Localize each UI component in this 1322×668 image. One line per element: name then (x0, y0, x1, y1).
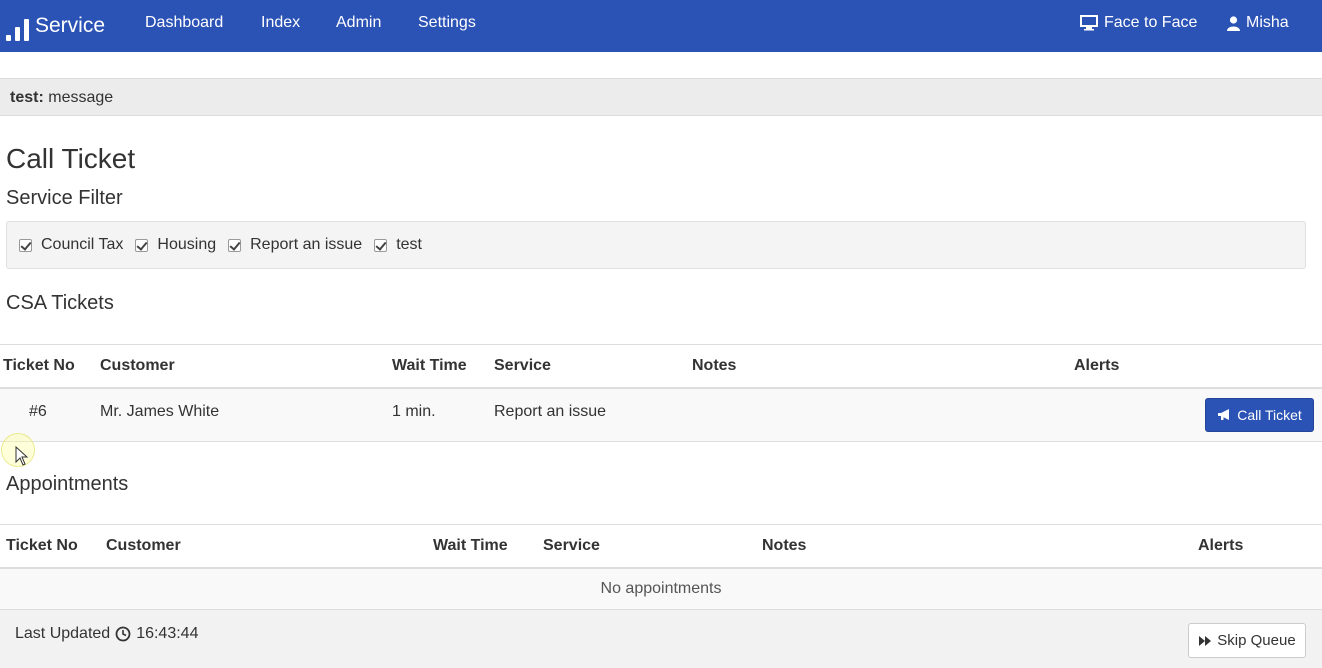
checkbox[interactable] (374, 238, 388, 252)
col-customer: Customer (106, 524, 433, 569)
col-alerts: Alerts (1198, 524, 1322, 569)
col-wait-time: Wait Time (392, 344, 494, 389)
brand[interactable]: Service (6, 0, 105, 52)
wait-time: 1 min. (392, 387, 494, 442)
notes (692, 387, 1074, 442)
message-bar: test: message (0, 78, 1322, 116)
monitor-icon (1080, 15, 1098, 31)
nav-index[interactable]: Index (261, 14, 300, 32)
face-to-face-label: Face to Face (1104, 14, 1198, 31)
nav-settings[interactable]: Settings (418, 14, 476, 32)
skip-queue-button[interactable]: Skip Queue (1188, 623, 1306, 658)
last-updated-time: 16:43:44 (136, 625, 199, 642)
user-menu[interactable]: Misha (1227, 14, 1289, 32)
col-notes: Notes (692, 344, 1074, 389)
checkbox[interactable] (19, 238, 32, 252)
filter-housing[interactable]: Housing (135, 236, 216, 254)
service-filter-title: Service Filter (6, 187, 123, 209)
filter-label: Council Tax (41, 236, 124, 253)
call-ticket-label: Call Ticket (1237, 407, 1302, 423)
col-alerts: Alerts (1074, 344, 1322, 389)
message-text: message (48, 89, 114, 106)
filter-test[interactable]: test (374, 236, 422, 254)
col-service: Service (494, 344, 692, 389)
csa-tickets-title: CSA Tickets (6, 292, 114, 314)
col-ticket-no: Ticket No (0, 524, 106, 569)
col-customer: Customer (100, 344, 392, 389)
call-ticket-button[interactable]: Call Ticket (1205, 398, 1314, 432)
service-filter-box: Council Tax Housing Report an issue test (6, 221, 1306, 269)
nav-dashboard[interactable]: Dashboard (145, 14, 223, 32)
table-row: No appointments (0, 567, 1322, 610)
checkbox[interactable] (135, 238, 149, 252)
no-appointments-text: No appointments (0, 567, 1322, 610)
user-icon (1227, 15, 1240, 31)
service: Report an issue (494, 387, 692, 442)
clock-icon (115, 626, 131, 642)
appointments-title: Appointments (6, 473, 129, 495)
csa-tickets-table: Ticket No Customer Wait Time Service Not… (0, 344, 1322, 442)
megaphone-icon (1218, 409, 1230, 420)
brand-name: Service (35, 14, 106, 37)
col-service: Service (543, 524, 762, 569)
last-updated-label: Last Updated (15, 625, 111, 642)
message-label: test: (10, 89, 44, 106)
last-updated: Last Updated 16:43:44 (15, 625, 198, 643)
signal-bars-icon (6, 15, 29, 41)
page-title: Call Ticket (6, 143, 136, 174)
filter-council-tax[interactable]: Council Tax (19, 236, 123, 254)
filter-label: test (396, 236, 422, 253)
col-notes: Notes (762, 524, 1198, 569)
customer: Mr. James White (100, 387, 392, 442)
user-name: Misha (1246, 14, 1289, 31)
col-ticket-no: Ticket No (0, 344, 100, 389)
col-wait-time: Wait Time (433, 524, 543, 569)
skip-queue-label: Skip Queue (1217, 632, 1296, 649)
table-row: #6 Mr. James White 1 min. Report an issu… (0, 387, 1322, 442)
face-to-face-link[interactable]: Face to Face (1080, 14, 1197, 32)
fast-forward-icon (1199, 635, 1212, 646)
nav-admin[interactable]: Admin (336, 14, 381, 32)
filter-label: Report an issue (250, 236, 363, 253)
filter-label: Housing (157, 236, 217, 253)
filter-report-an-issue[interactable]: Report an issue (228, 236, 362, 254)
checkbox[interactable] (228, 238, 242, 252)
appointments-table: Ticket No Customer Wait Time Service Not… (0, 524, 1322, 610)
top-navbar: Service Dashboard Index Admin Settings F… (0, 0, 1322, 52)
mouse-pointer-icon (15, 446, 29, 466)
